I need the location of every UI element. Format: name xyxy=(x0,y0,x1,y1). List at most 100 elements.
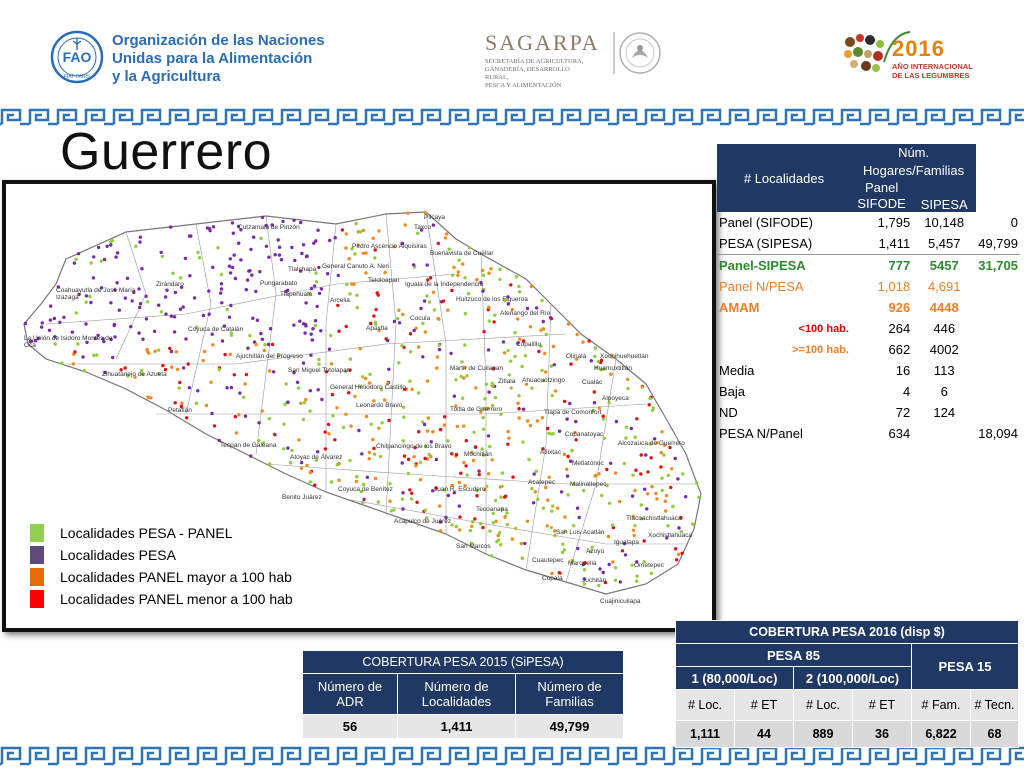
locality-dot xyxy=(408,488,412,492)
header-group1: 1 (80,000/Loc) xyxy=(675,666,794,690)
locality-dot xyxy=(353,394,357,399)
locality-dot xyxy=(196,389,200,393)
locality-dot xyxy=(163,295,168,299)
locality-dot xyxy=(620,549,625,553)
locality-dot xyxy=(115,251,120,255)
locality-dot xyxy=(284,382,288,386)
locality-dot xyxy=(482,329,486,334)
locality-dot xyxy=(249,247,253,252)
legend-label: Localidades PESA - PANEL xyxy=(60,525,233,541)
locality-dot xyxy=(244,288,248,292)
locality-dot xyxy=(277,253,282,257)
locality-dot xyxy=(355,306,359,310)
locality-dot xyxy=(663,509,668,513)
muni-label: Tlapa de Comonfort xyxy=(544,409,602,416)
locality-dot xyxy=(174,350,178,354)
locality-dot xyxy=(319,287,324,291)
muni-label: General Canuto A. Neri xyxy=(322,263,390,270)
muni-label: Huamuxtitlán xyxy=(594,365,632,372)
locality-dot xyxy=(575,506,580,510)
locality-dot xyxy=(279,258,284,262)
locality-dot xyxy=(458,528,462,532)
locality-dot xyxy=(358,346,362,351)
locality-dot xyxy=(348,292,352,296)
locality-dot xyxy=(660,476,664,480)
header-localidades: Número de Localidades xyxy=(397,673,516,715)
locality-dot xyxy=(333,236,337,240)
locality-dot xyxy=(286,400,290,404)
locality-dot xyxy=(663,499,667,503)
locality-dot xyxy=(234,431,239,435)
locality-dot xyxy=(535,419,540,423)
locality-dot xyxy=(474,445,478,449)
locality-dot xyxy=(425,379,430,383)
locality-dot xyxy=(249,454,253,458)
locality-dot xyxy=(596,359,600,364)
locality-dot xyxy=(435,355,440,359)
locality-dot xyxy=(138,235,143,239)
locality-dot xyxy=(194,401,199,405)
locality-dot xyxy=(506,348,510,353)
locality-dot xyxy=(541,319,545,324)
locality-dot xyxy=(89,300,93,305)
locality-dot xyxy=(600,493,604,498)
locality-dot xyxy=(486,434,491,438)
locality-dot xyxy=(336,303,340,308)
locality-dot xyxy=(458,515,462,519)
locality-dot xyxy=(360,452,364,456)
locality-dot xyxy=(671,504,675,509)
locality-dot xyxy=(326,422,331,427)
locality-dot xyxy=(96,245,101,250)
locality-dot xyxy=(498,267,502,272)
locality-dot xyxy=(478,521,483,526)
fao-line-2: Unidas para la Alimentación xyxy=(112,50,313,67)
locality-dot xyxy=(477,469,481,473)
locality-dot xyxy=(605,467,609,472)
locality-dot xyxy=(677,526,681,530)
locality-dot xyxy=(247,269,251,273)
locality-dot xyxy=(251,316,255,320)
locality-dot xyxy=(431,223,436,227)
locality-dot xyxy=(631,473,635,477)
locality-dot xyxy=(397,361,401,365)
locality-dot xyxy=(408,379,412,383)
locality-dot xyxy=(540,368,544,373)
locality-dot xyxy=(109,301,113,305)
value-familias: 49,799 xyxy=(515,714,624,739)
locality-dot xyxy=(406,211,410,215)
locality-dot xyxy=(520,556,524,560)
locality-dot xyxy=(549,364,553,368)
locality-dot xyxy=(633,435,637,439)
locality-dot xyxy=(454,378,458,382)
locality-dot xyxy=(457,258,461,262)
summary-cell-loc: 634 xyxy=(888,426,911,441)
locality-dot xyxy=(323,447,328,451)
locality-dot xyxy=(635,417,639,421)
legend-swatch-purple xyxy=(30,546,44,564)
locality-dot xyxy=(575,332,579,337)
muni-label: Coyuca de Benítez xyxy=(338,486,393,493)
muni-label: Juan R. Escudero xyxy=(434,486,486,493)
summary-cell-panel: 4448 xyxy=(929,300,959,315)
locality-dot xyxy=(463,343,467,347)
locality-dot xyxy=(40,321,44,325)
locality-dot xyxy=(680,551,684,555)
locality-dot xyxy=(197,256,202,260)
locality-dot xyxy=(266,342,271,347)
locality-dot xyxy=(308,389,312,393)
locality-dot xyxy=(673,547,678,551)
locality-dot xyxy=(541,506,546,510)
locality-dot xyxy=(416,231,420,235)
locality-dot xyxy=(340,228,345,232)
summary-cell-label: ND xyxy=(719,405,738,420)
muni-label: Arcelia xyxy=(330,297,350,304)
summary-row: Panel-SIPESA 777 5457 31,705 xyxy=(717,254,1020,277)
locality-dot xyxy=(397,321,402,325)
muni-label: Buenavista de Cuéllar xyxy=(430,250,494,257)
locality-dot xyxy=(514,526,518,531)
locality-dot xyxy=(517,394,521,398)
locality-dot xyxy=(417,345,421,349)
locality-dot xyxy=(437,347,442,352)
locality-dot xyxy=(329,362,334,366)
locality-dot xyxy=(303,322,308,327)
